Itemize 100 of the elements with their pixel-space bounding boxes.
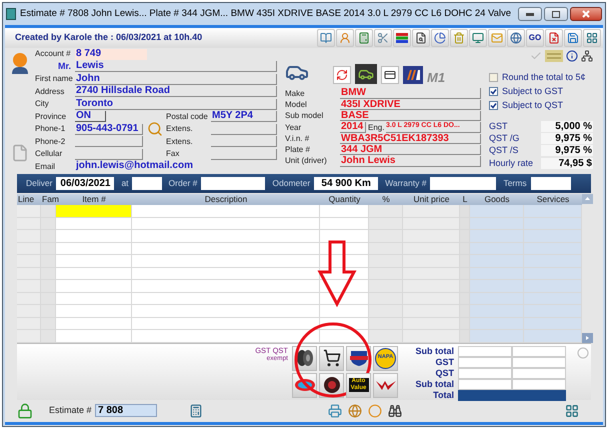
table-cell[interactable] [320,230,369,242]
order-bar-field[interactable] [201,177,266,190]
table-cell[interactable] [56,218,132,229]
province-field[interactable]: ON [75,111,106,122]
maximize-button[interactable] [544,7,568,21]
table-cell[interactable] [56,280,132,292]
table-cell[interactable] [132,255,320,266]
table-cell[interactable] [56,268,132,279]
table-cell[interactable] [320,218,369,229]
table-cell[interactable] [524,318,582,329]
table-cell[interactable] [470,242,524,254]
column-header[interactable]: Unit price [403,194,460,205]
column-header[interactable]: Fam [41,194,56,205]
table-cell[interactable] [524,292,582,304]
ring-icon[interactable] [368,404,382,418]
table-cell[interactable] [460,255,470,266]
table-cell[interactable] [460,330,470,342]
table-cell[interactable] [470,218,524,229]
book-button[interactable] [317,29,335,47]
cart-button[interactable] [319,346,344,370]
binoculars-icon[interactable] [388,404,402,418]
table-cell[interactable] [56,318,132,329]
bin-button[interactable] [450,29,468,47]
account-field[interactable]: 8 749 [75,48,147,60]
lock-icon[interactable] [17,402,33,418]
text-field[interactable]: 435I XDRIVE [340,100,481,110]
scroll-down-icon[interactable] [582,332,593,342]
checkbox[interactable] [489,86,498,96]
wings-logo-button[interactable] [373,372,398,398]
rate-field[interactable]: 74,95 $ [541,158,593,169]
table-cell[interactable] [460,205,470,216]
order-bar-field[interactable]: 06/03/2021 [56,177,114,190]
text-field[interactable] [211,148,277,160]
text-field[interactable]: 344 JGM [340,144,481,156]
column-header[interactable]: Goods [470,194,524,205]
checkbox[interactable] [489,100,498,110]
file-search-button[interactable] [412,29,430,47]
table-cell[interactable] [132,242,320,254]
monitor-button[interactable] [469,29,487,47]
go-button[interactable]: GO [526,29,544,47]
order-bar-field[interactable] [430,177,496,190]
table-cell[interactable] [56,230,132,242]
text-field[interactable] [211,124,277,135]
table-cell[interactable] [460,292,470,304]
table-cell[interactable] [403,330,460,342]
phone-field[interactable] [75,148,143,160]
checkbox[interactable] [489,72,498,82]
table-cell[interactable] [17,330,41,342]
table-cell[interactable] [132,280,320,292]
table-cell[interactable] [470,318,524,329]
table-cell[interactable] [56,255,132,266]
minimize-button[interactable] [518,7,542,21]
estimate-field[interactable]: 7 808 [95,404,157,417]
text-field[interactable]: John [75,74,277,85]
table-cell[interactable] [524,305,582,316]
phone-field[interactable] [75,136,143,148]
last-name-field[interactable]: Lewis [75,61,277,72]
calculator-icon[interactable] [189,404,203,418]
table-cell[interactable] [56,242,132,254]
table-cell[interactable] [56,305,132,316]
table-cell[interactable] [524,268,582,279]
table-cell[interactable] [460,218,470,229]
table-cell[interactable] [524,230,582,242]
table-cell[interactable] [460,318,470,329]
text-field[interactable]: WBA3R5C51EK187393 [340,134,481,144]
table-cell[interactable] [470,330,524,342]
card-button[interactable] [381,66,399,84]
table-cell[interactable] [524,280,582,292]
scrollbar[interactable] [582,194,593,342]
scroll-up-icon[interactable] [582,194,593,204]
mail-button[interactable] [488,29,506,47]
printer-icon[interactable] [328,404,342,418]
rate-field[interactable]: 9,975 % [541,145,593,156]
table-cell[interactable] [524,330,582,342]
globe-button[interactable] [507,29,525,47]
table-cell[interactable] [56,292,132,304]
table-cell[interactable] [403,205,460,216]
table-cell[interactable] [460,280,470,292]
grid-button[interactable] [583,29,601,47]
table-cell[interactable] [132,318,320,329]
table-cell[interactable] [17,205,41,216]
grid-icon[interactable] [565,404,579,418]
text-field[interactable]: BMW [340,88,481,99]
order-bar-field[interactable] [132,177,162,190]
table-cell[interactable] [470,255,524,266]
table-cell[interactable] [320,330,369,342]
table-cell[interactable] [132,305,320,316]
year-field[interactable]: 2014 [340,122,366,133]
globe-icon[interactable] [348,404,362,418]
email-field[interactable]: john.lewis@hotmail.com [75,161,277,172]
customer-button[interactable] [336,29,354,47]
column-header[interactable]: Services [524,194,582,205]
table-cell[interactable] [524,205,582,216]
text-field[interactable]: John Lewis [340,156,481,167]
table-cell[interactable] [460,242,470,254]
text-field[interactable]: 2740 Hillsdale Road [75,86,277,98]
table-cell[interactable] [132,205,320,216]
order-bar-field[interactable] [530,177,571,190]
sync-button[interactable] [333,66,351,84]
color-bars-button[interactable] [393,29,411,47]
